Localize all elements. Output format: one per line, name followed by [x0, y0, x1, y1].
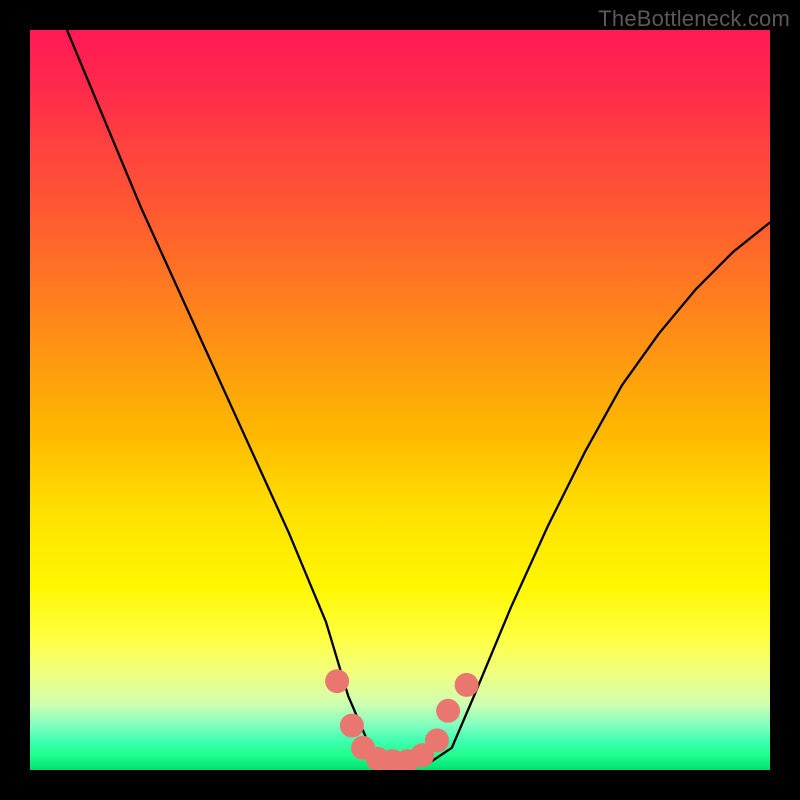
- data-marker: [455, 673, 479, 697]
- watermark-text: TheBottleneck.com: [598, 6, 790, 32]
- data-marker: [425, 728, 449, 752]
- markers-group: [325, 669, 479, 770]
- plot-area: [30, 30, 770, 770]
- chart-container: TheBottleneck.com: [0, 0, 800, 800]
- data-marker: [436, 699, 460, 723]
- bottleneck-curve: [67, 30, 770, 763]
- curve-svg: [30, 30, 770, 770]
- data-marker: [325, 669, 349, 693]
- data-marker: [340, 714, 364, 738]
